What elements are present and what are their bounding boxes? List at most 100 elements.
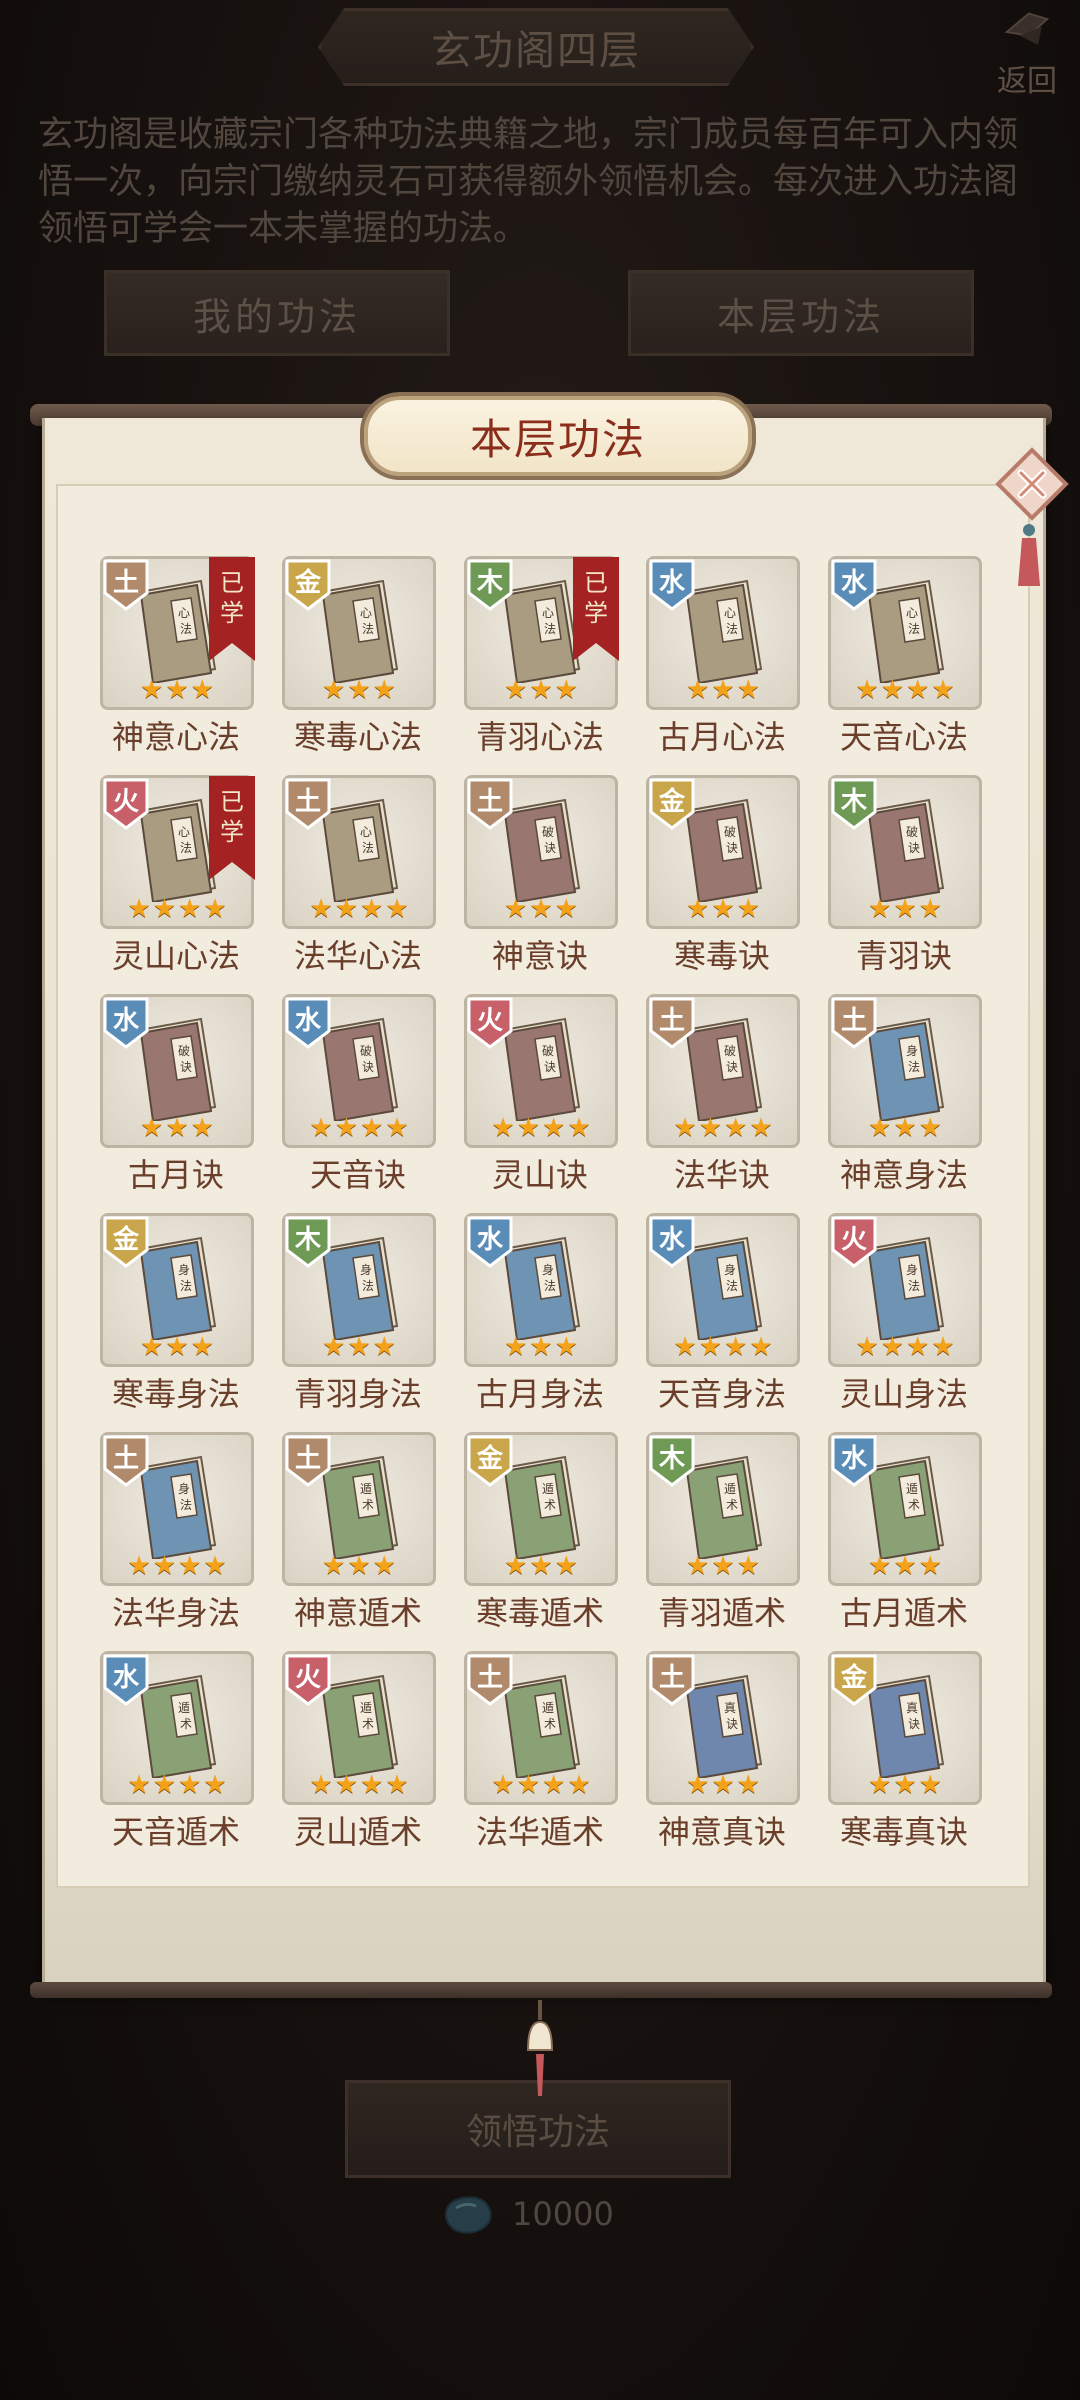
svg-text:法: 法 [180,1498,192,1512]
skill-item[interactable]: 遁术水 ★ ★ ★ 古月遁术 [824,1432,984,1634]
star-icon: ★ [385,894,409,924]
star-icon: ★ [529,675,553,705]
star-rating: ★ ★ ★ ★ [285,1772,433,1798]
svg-text:诀: 诀 [726,841,738,855]
star-icon: ★ [736,1770,760,1800]
svg-text:破: 破 [724,1043,736,1058]
skill-icon-box: 身法土 ★ ★ ★ [828,994,982,1148]
svg-text:法: 法 [908,1279,920,1293]
skill-item[interactable]: 破诀水 ★ ★ ★ 古月诀 [96,994,256,1196]
skill-item[interactable]: 真诀土 ★ ★ ★ 神意真诀 [642,1651,802,1853]
skill-item[interactable]: 遁术土 ★ ★ ★ 神意遁术 [278,1432,438,1634]
skill-icon-box: 破诀火 ★ ★ ★ ★ [464,994,618,1148]
element-label: 水 [295,1006,322,1036]
svg-text:诀: 诀 [908,1717,920,1731]
skill-item[interactable]: 身法金 ★ ★ ★ 寒毒身法 [96,1213,256,1415]
skill-name: 天音身法 [657,1375,786,1413]
element-label: 水 [841,568,868,598]
star-icon: ★ [203,1770,227,1800]
star-icon: ★ [504,675,528,705]
skill-item[interactable]: 身法木 ★ ★ ★ 青羽身法 [278,1213,438,1415]
svg-text:诀: 诀 [908,841,920,855]
star-icon: ★ [347,1332,371,1362]
skill-item[interactable]: 遁术土 ★ ★ ★ ★ 法华遁术 [460,1651,620,1853]
skill-name: 寒毒诀 [673,937,770,975]
element-label: 金 [476,1443,504,1474]
skill-item[interactable]: 遁术火 ★ ★ ★ ★ 灵山遁术 [278,1651,438,1853]
svg-text:诀: 诀 [726,1060,738,1074]
skill-name: 青羽诀 [855,937,952,975]
star-icon: ★ [698,1332,722,1362]
star-icon: ★ [385,1770,409,1800]
star-icon: ★ [178,1770,202,1800]
skill-item[interactable]: 破诀木 ★ ★ ★ 青羽诀 [824,775,984,977]
skill-icon-box: 心法水 ★ ★ ★ [646,556,800,710]
skill-item[interactable]: 心法水 ★ ★ ★ ★ 天音心法 [824,556,984,758]
skill-icon-box: 遁术水 ★ ★ ★ ★ [100,1651,254,1805]
skill-item[interactable]: 破诀火 ★ ★ ★ ★ 灵山诀 [460,994,620,1196]
element-badge-icon: 水 [285,997,331,1049]
star-rating: ★ ★ ★ [831,1553,979,1579]
scroll-bottom-rod [30,1982,1052,1998]
skill-icon-box: 心法土已学 ★ ★ ★ [100,556,255,710]
skill-item[interactable]: 破诀金 ★ ★ ★ 寒毒诀 [642,775,802,977]
skill-item[interactable]: 破诀水 ★ ★ ★ ★ 天音诀 [278,994,438,1196]
element-badge-icon: 土 [103,559,149,611]
svg-text:术: 术 [362,1717,374,1731]
skill-item[interactable]: 身法土 ★ ★ ★ 神意身法 [824,994,984,1196]
skill-icon-box: 身法水 ★ ★ ★ [464,1213,618,1367]
element-badge-icon: 木 [467,559,513,611]
skill-icon-box: 心法水 ★ ★ ★ ★ [828,556,982,710]
svg-text:遁: 遁 [360,1482,372,1496]
skill-icon-box: 破诀土 ★ ★ ★ [464,775,618,929]
star-icon: ★ [127,894,151,924]
svg-text:心: 心 [542,606,554,620]
close-icon[interactable] [994,446,1070,522]
element-badge-icon: 水 [831,559,877,611]
star-rating: ★ ★ ★ ★ [831,677,979,703]
star-icon: ★ [698,1113,722,1143]
bell-icon [526,2000,554,2096]
svg-text:术: 术 [544,1498,556,1512]
skill-item[interactable]: 心法土 ★ ★ ★ ★ 法华心法 [278,775,438,977]
element-label: 火 [477,1006,503,1036]
tassel-icon [1018,524,1040,586]
skill-name: 神意心法 [111,718,240,756]
star-rating: ★ ★ ★ ★ [103,1553,251,1579]
element-label: 水 [113,1663,140,1693]
skill-icon-box: 心法土 ★ ★ ★ ★ [282,775,436,929]
skill-icon-box: 心法木已学 ★ ★ ★ [464,556,619,710]
skill-item[interactable]: 心法土已学 ★ ★ ★ 神意心法 [96,556,256,758]
star-icon: ★ [334,1770,358,1800]
skill-item[interactable]: 真诀金 ★ ★ ★ 寒毒真诀 [824,1651,984,1853]
skill-item[interactable]: 遁术木 ★ ★ ★ 青羽遁术 [642,1432,802,1634]
star-rating: ★ ★ ★ ★ [285,1115,433,1141]
element-badge-icon: 火 [831,1216,877,1268]
star-icon: ★ [127,1551,151,1581]
skill-name: 古月诀 [127,1156,224,1194]
skill-item[interactable]: 遁术金 ★ ★ ★ 寒毒遁术 [460,1432,620,1634]
svg-text:诀: 诀 [544,1060,556,1074]
skill-name: 青羽身法 [293,1375,422,1413]
star-icon: ★ [711,675,735,705]
skill-item[interactable]: 心法火已学 ★ ★ ★ ★ 灵山心法 [96,775,256,977]
svg-text:破: 破 [360,1043,372,1058]
svg-text:身: 身 [724,1262,736,1277]
star-icon: ★ [736,894,760,924]
star-icon: ★ [724,1332,748,1362]
star-icon: ★ [554,1332,578,1362]
star-rating: ★ ★ ★ [285,1334,433,1360]
skill-item[interactable]: 身法土 ★ ★ ★ ★ 法华身法 [96,1432,256,1634]
skill-item[interactable]: 心法木已学 ★ ★ ★ 青羽心法 [460,556,620,758]
learned-badge-char-2: 学 [584,599,608,627]
skill-item[interactable]: 破诀土 ★ ★ ★ ★ 法华诀 [642,994,802,1196]
skill-item[interactable]: 破诀土 ★ ★ ★ 神意诀 [460,775,620,977]
skill-item[interactable]: 身法水 ★ ★ ★ 古月身法 [460,1213,620,1415]
skill-item[interactable]: 心法水 ★ ★ ★ 古月心法 [642,556,802,758]
svg-text:遁: 遁 [542,1701,554,1715]
skill-item[interactable]: 身法水 ★ ★ ★ ★ 天音身法 [642,1213,802,1415]
skill-item[interactable]: 遁术水 ★ ★ ★ ★ 天音遁术 [96,1651,256,1853]
skill-item[interactable]: 心法金 ★ ★ ★ 寒毒心法 [278,556,438,758]
skill-icon-box: 心法金 ★ ★ ★ [282,556,436,710]
skill-item[interactable]: 身法火 ★ ★ ★ ★ 灵山身法 [824,1213,984,1415]
